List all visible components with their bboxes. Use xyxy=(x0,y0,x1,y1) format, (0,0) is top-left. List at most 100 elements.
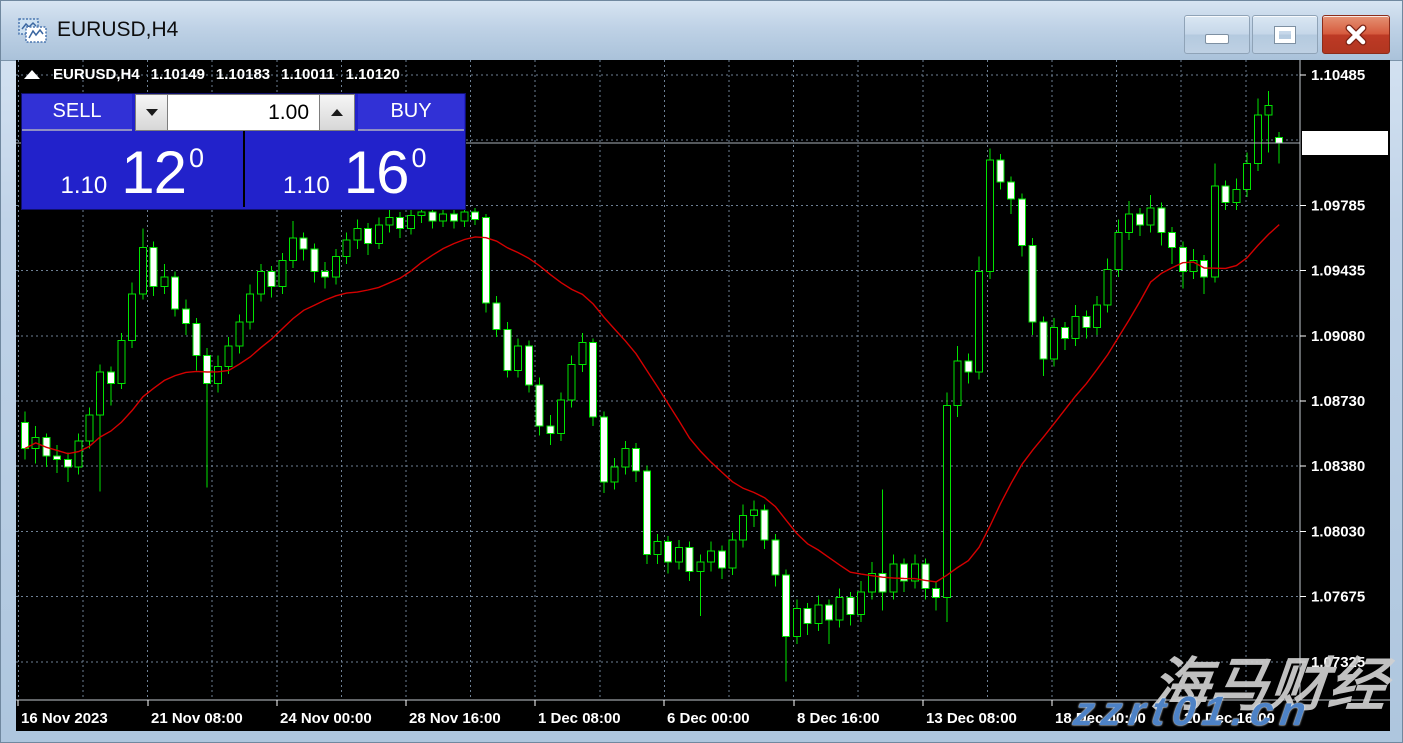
candle-body xyxy=(22,422,29,448)
price-axis-label: 1.08030 xyxy=(1311,523,1365,540)
candle-body xyxy=(836,598,843,620)
time-axis-label: 8 Dec 16:00 xyxy=(797,710,880,727)
candle-body xyxy=(579,342,586,364)
candle-body xyxy=(933,588,940,597)
sell-button[interactable]: SELL xyxy=(22,94,132,131)
candle-body xyxy=(1104,270,1111,305)
candle-body xyxy=(290,238,297,260)
close-button[interactable] xyxy=(1322,15,1390,54)
candle-body xyxy=(311,249,318,271)
sell-price-big: 12 xyxy=(121,145,186,201)
buy-price-sup: 0 xyxy=(411,143,426,174)
candle-body xyxy=(622,449,629,468)
candle-body xyxy=(1008,182,1015,199)
candle-body xyxy=(686,547,693,571)
sell-price-prefix: 1.10 xyxy=(61,172,108,200)
candle-body xyxy=(450,214,457,221)
candle-body xyxy=(504,329,511,370)
candle-body xyxy=(965,361,972,372)
candle-body xyxy=(976,272,983,373)
candle-body xyxy=(418,212,425,216)
minimize-icon xyxy=(1205,34,1229,44)
buy-price-display[interactable]: 1.10 16 0 xyxy=(245,131,466,207)
candle-body xyxy=(322,272,329,278)
buy-button[interactable]: BUY xyxy=(358,94,464,131)
chart-area[interactable]: 1.10120 1.104851.097851.094351.090801.08… xyxy=(16,60,1390,731)
sell-price-sup: 0 xyxy=(189,143,204,174)
candle-body xyxy=(590,342,597,417)
candle-body xyxy=(182,309,189,324)
candle-body xyxy=(729,540,736,568)
candle-body xyxy=(633,449,640,471)
sell-price-display[interactable]: 1.10 12 0 xyxy=(22,131,243,207)
price-axis-label: 1.09785 xyxy=(1311,197,1365,214)
candle-body xyxy=(536,385,543,426)
one-click-trading-panel: SELL BUY 1.10 12 0 1.10 16 0 xyxy=(21,93,466,210)
candle-body xyxy=(1115,232,1122,269)
collapse-panel-icon[interactable] xyxy=(24,70,40,79)
candle-body xyxy=(107,372,114,383)
candle-body xyxy=(761,510,768,540)
candle-body xyxy=(365,229,372,244)
candle-body xyxy=(772,540,779,575)
candle-body xyxy=(1051,327,1058,359)
header-close: 1.10120 xyxy=(346,66,400,83)
header-open: 1.10149 xyxy=(151,66,205,83)
volume-input[interactable] xyxy=(168,94,319,131)
candle-body xyxy=(214,367,221,384)
candle-body xyxy=(847,598,854,615)
candle-body xyxy=(343,240,350,257)
time-axis-label: 28 Nov 16:00 xyxy=(409,710,501,727)
time-axis-label: 13 Dec 08:00 xyxy=(926,710,1017,727)
candle-body xyxy=(879,573,886,592)
maximize-icon xyxy=(1275,27,1295,43)
candle-body xyxy=(279,260,286,286)
candle-body xyxy=(750,510,757,516)
candle-body xyxy=(1179,247,1186,271)
candle-body xyxy=(525,346,532,385)
maximize-button[interactable] xyxy=(1252,15,1318,54)
candle-body xyxy=(1029,245,1036,321)
candle-body xyxy=(708,551,715,562)
time-axis-label: 24 Nov 00:00 xyxy=(280,710,372,727)
candle-body xyxy=(225,346,232,366)
candle-body xyxy=(375,225,382,244)
candle-body xyxy=(472,212,479,219)
candle-body xyxy=(815,605,822,624)
candle-body xyxy=(86,415,93,441)
candle-body xyxy=(1201,260,1208,277)
time-axis-label: 16 Nov 2023 xyxy=(21,710,108,727)
candle-body xyxy=(718,551,725,568)
candle-body xyxy=(1158,208,1165,232)
candle-body xyxy=(440,214,447,221)
titlebar[interactable]: EURUSD,H4 xyxy=(1,1,1402,61)
candle-body xyxy=(1136,214,1143,225)
candle-body xyxy=(1083,316,1090,327)
time-axis-label: 21 Nov 08:00 xyxy=(151,710,243,727)
candle-body xyxy=(54,456,61,460)
candle-body xyxy=(954,361,961,406)
candle-body xyxy=(643,471,650,555)
candle-body xyxy=(922,564,929,588)
volume-increase-button[interactable] xyxy=(319,94,355,131)
candle-body xyxy=(665,542,672,562)
candle-body xyxy=(986,160,993,272)
chart-ohlc-header: EURUSD,H4 1.10149 1.10183 1.10011 1.1012… xyxy=(24,66,400,83)
candle-body xyxy=(793,609,800,637)
window-title: EURUSD,H4 xyxy=(57,1,178,59)
candle-body xyxy=(193,324,200,356)
candle-body xyxy=(1211,186,1218,277)
arrow-down-icon xyxy=(146,109,158,116)
time-axis-label: 6 Dec 00:00 xyxy=(667,710,750,727)
candle-body xyxy=(1276,137,1283,143)
minimize-button[interactable] xyxy=(1184,15,1250,54)
candle-body xyxy=(64,460,71,467)
volume-decrease-button[interactable] xyxy=(135,94,168,131)
candle-body xyxy=(1018,199,1025,246)
bid-price-label: 1.10120 xyxy=(1311,136,1365,153)
candle-body xyxy=(943,406,950,598)
buy-price-big: 16 xyxy=(344,145,409,201)
candle-body xyxy=(493,303,500,329)
candle-body xyxy=(300,238,307,249)
price-axis-label: 1.10485 xyxy=(1311,67,1365,84)
